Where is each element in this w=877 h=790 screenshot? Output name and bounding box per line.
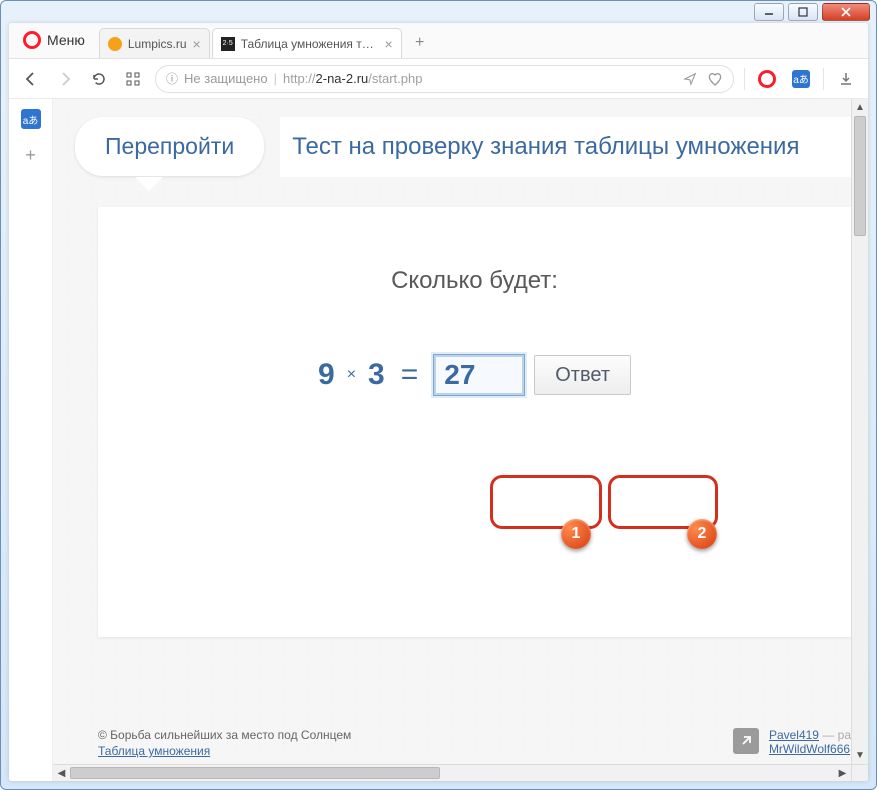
- address-bar: ⓘ Не защищено | http://2-na-2.ru/start.p…: [9, 59, 868, 99]
- operand-a: 9: [318, 358, 335, 392]
- page-viewport: Перепройти Тест на проверку знания табли…: [53, 99, 868, 781]
- favicon-2na2: 2·5: [221, 37, 235, 51]
- close-window-button[interactable]: [822, 3, 870, 21]
- maximize-button[interactable]: [788, 3, 818, 21]
- send-icon[interactable]: [683, 72, 697, 86]
- footer-link[interactable]: Таблица умножения: [98, 744, 723, 758]
- window-frame: Меню Lumpics.ru × 2·5 Таблица умножения …: [0, 0, 877, 790]
- vertical-scrollbar[interactable]: ▲ ▼: [851, 99, 868, 764]
- forward-button[interactable]: [53, 67, 77, 91]
- browser-chrome: Меню Lumpics.ru × 2·5 Таблица умножения …: [9, 23, 868, 781]
- sidebar-translate-icon[interactable]: aあ: [19, 107, 43, 131]
- page-footer: © Борьба сильнейших за место под Солнцем…: [98, 728, 851, 758]
- copyright-text: © Борьба сильнейших за место под Солнцем: [98, 728, 351, 742]
- tab-strip: Меню Lumpics.ru × 2·5 Таблица умножения …: [9, 23, 868, 59]
- bookmark-heart-icon[interactable]: [707, 72, 723, 86]
- downloads-button[interactable]: [834, 67, 858, 91]
- url-text: http://2-na-2.ru/start.php: [283, 71, 422, 86]
- insecure-icon: ⓘ: [166, 70, 178, 87]
- footer-users: Pavel419 — ра MrWildWolf666: [769, 728, 851, 756]
- url-field[interactable]: ⓘ Не защищено | http://2-na-2.ru/start.p…: [155, 65, 734, 93]
- scroll-left-icon[interactable]: ◀: [53, 768, 70, 779]
- multiply-icon: ×: [347, 366, 356, 384]
- user-link[interactable]: MrWildWolf666: [769, 742, 850, 756]
- horizontal-scrollbar[interactable]: ◀ ▶: [53, 764, 851, 781]
- translate-extension-icon[interactable]: aあ: [789, 67, 813, 91]
- tab-title: Lumpics.ru: [128, 37, 187, 51]
- tab-lumpics[interactable]: Lumpics.ru ×: [99, 28, 210, 58]
- tab-multiplication[interactable]: 2·5 Таблица умножения трен ×: [212, 28, 402, 58]
- speeddial-button[interactable]: [121, 67, 145, 91]
- sidebar: aあ +: [9, 99, 53, 781]
- equation-row: 9 × 3 = Ответ: [118, 355, 831, 395]
- new-tab-button[interactable]: +: [408, 32, 432, 54]
- quiz-card: Сколько будет: 9 × 3 = Ответ: [98, 207, 851, 637]
- close-tab-icon[interactable]: ×: [193, 36, 201, 52]
- answer-button[interactable]: Ответ: [534, 355, 631, 395]
- menu-label: Меню: [47, 32, 85, 48]
- pointer-icon: [135, 177, 163, 191]
- scroll-down-icon[interactable]: ▼: [852, 747, 868, 764]
- scrollbar-corner: [851, 764, 868, 781]
- user-link[interactable]: Pavel419: [769, 728, 819, 742]
- question-label: Сколько будет:: [118, 267, 831, 295]
- minimize-button[interactable]: [754, 3, 784, 21]
- insecure-label: Не защищено: [184, 71, 268, 86]
- scroll-thumb[interactable]: [70, 767, 440, 779]
- operand-b: 3: [368, 358, 385, 392]
- opera-profile-button[interactable]: [755, 67, 779, 91]
- page-title: Тест на проверку знания таблицы умножени…: [280, 117, 851, 177]
- back-button[interactable]: [19, 67, 43, 91]
- answer-input[interactable]: [434, 355, 524, 395]
- favicon-lumpics: [108, 37, 122, 51]
- close-tab-icon[interactable]: ×: [385, 36, 393, 52]
- page-content: Перепройти Тест на проверку знания табли…: [53, 99, 851, 764]
- scroll-thumb[interactable]: [854, 116, 866, 236]
- opera-logo-icon: [23, 31, 41, 49]
- share-icon[interactable]: [733, 728, 759, 754]
- opera-menu-button[interactable]: Меню: [9, 23, 99, 58]
- divider: [744, 68, 745, 90]
- divider: [823, 68, 824, 90]
- retry-button[interactable]: Перепройти: [75, 117, 264, 176]
- scroll-up-icon[interactable]: ▲: [852, 99, 868, 116]
- sidebar-add-button[interactable]: +: [19, 143, 43, 167]
- reload-button[interactable]: [87, 67, 111, 91]
- tab-title: Таблица умножения трен: [241, 37, 379, 51]
- equals-sign: =: [401, 358, 419, 392]
- scroll-right-icon[interactable]: ▶: [834, 768, 851, 779]
- window-titlebar: [1, 1, 876, 23]
